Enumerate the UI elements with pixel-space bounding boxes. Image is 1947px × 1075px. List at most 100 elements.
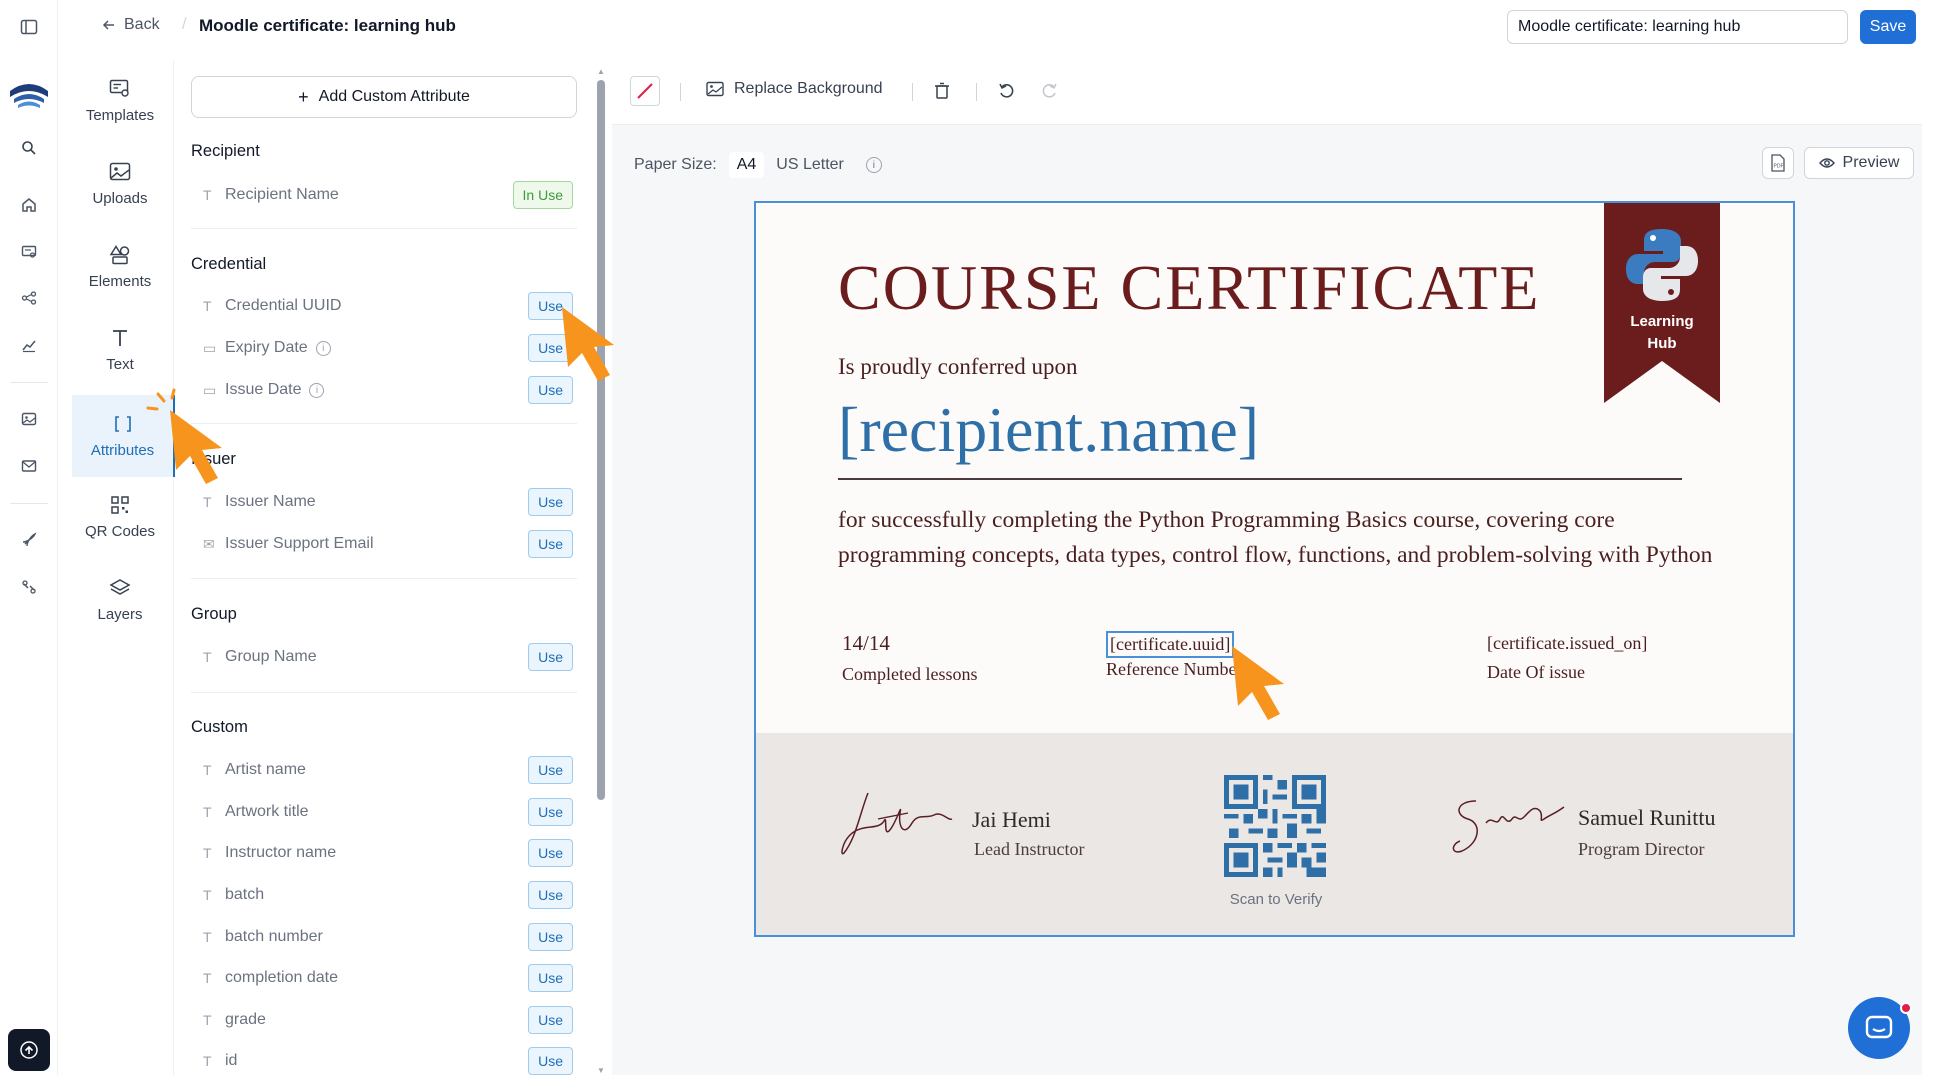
design-icon[interactable]: [14, 404, 44, 434]
signatory-2-role[interactable]: Program Director: [1578, 839, 1704, 860]
tool-templates[interactable]: Templates: [72, 63, 168, 139]
search-icon[interactable]: [14, 133, 44, 163]
signature-jai-hemi[interactable]: [838, 783, 958, 863]
python-logo-icon: [1622, 225, 1702, 305]
use-button[interactable]: Use: [528, 923, 573, 951]
issue-date-value[interactable]: [certificate.issued_on]: [1487, 633, 1647, 654]
info-icon[interactable]: i: [865, 157, 882, 173]
scan-to-verify-label[interactable]: Scan to Verify: [1196, 891, 1356, 908]
analytics-icon[interactable]: [14, 330, 44, 360]
use-button[interactable]: Use: [528, 530, 573, 558]
signatory-1-role[interactable]: Lead Instructor: [974, 839, 1084, 860]
signatory-2-name[interactable]: Samuel Runittu: [1578, 805, 1716, 831]
attribute-row: T Issuer Name Use: [203, 487, 573, 517]
integrations-icon[interactable]: [14, 572, 44, 602]
no-color-icon: [637, 83, 653, 99]
text-type-icon: T: [203, 762, 212, 778]
recipient-name-placeholder[interactable]: [recipient.name]: [838, 393, 1259, 467]
use-button[interactable]: Use: [528, 839, 573, 867]
signatory-1-name[interactable]: Jai Hemi: [972, 807, 1051, 833]
learning-hub-ribbon[interactable]: Learning Hub: [1604, 203, 1720, 403]
workflow-icon[interactable]: [14, 283, 44, 313]
text-type-icon: T: [203, 298, 212, 314]
attribute-label: Artwork title: [225, 803, 309, 820]
conferred-text[interactable]: Is proudly conferred upon: [838, 354, 1078, 380]
home-icon[interactable]: [14, 190, 44, 220]
info-icon[interactable]: i: [309, 382, 325, 398]
back-button[interactable]: Back: [102, 16, 160, 34]
panel-scrollbar[interactable]: [597, 80, 605, 800]
verification-qr-code[interactable]: [1224, 775, 1326, 877]
replace-background-label: Replace Background: [734, 80, 883, 97]
sidebar-toggle-icon[interactable]: [14, 12, 44, 42]
tool-elements[interactable]: Elements: [72, 229, 168, 305]
pointer-cursor-icon: [560, 305, 630, 385]
completed-lessons-value[interactable]: 14/14: [842, 631, 890, 656]
back-label: Back: [124, 16, 160, 33]
color-picker-button[interactable]: [630, 76, 660, 106]
pdf-icon: PDF: [1771, 154, 1785, 172]
attribute-label: Instructor name: [225, 844, 337, 861]
attribute-row: T Group Name Use: [203, 642, 573, 672]
text-type-icon: T: [203, 1012, 212, 1028]
certificate-title[interactable]: COURSE CERTIFICATE: [838, 251, 1540, 325]
in-use-badge: In Use: [512, 181, 573, 209]
course-description[interactable]: for successfully completing the Python P…: [838, 503, 1718, 573]
use-button[interactable]: Use: [528, 881, 573, 909]
scroll-down-icon[interactable]: ▼: [597, 1066, 605, 1075]
paper-us-letter-option[interactable]: US Letter: [776, 156, 844, 174]
title-input[interactable]: [1507, 10, 1848, 44]
use-button[interactable]: Use: [528, 964, 573, 992]
signature-samuel-runittu[interactable]: [1446, 793, 1576, 863]
section-title: Custom: [191, 718, 248, 736]
add-custom-attribute-button[interactable]: + Add Custom Attribute: [191, 76, 577, 118]
plus-icon: +: [298, 86, 309, 107]
brand-logo-icon[interactable]: [8, 74, 50, 116]
rocket-icon[interactable]: [14, 525, 44, 555]
save-button[interactable]: Save: [1860, 10, 1916, 44]
reference-number-label[interactable]: Reference Number: [1106, 659, 1242, 680]
use-button[interactable]: Use: [528, 756, 573, 784]
use-button[interactable]: Use: [528, 1047, 573, 1075]
reference-number-value[interactable]: [certificate.uuid]: [1106, 631, 1235, 658]
preview-label: Preview: [1842, 154, 1900, 171]
use-button[interactable]: Use: [528, 1006, 573, 1034]
tool-attributes-label: Attributes: [90, 441, 155, 459]
tool-qr-codes[interactable]: QR Codes: [72, 479, 168, 555]
issue-date-label[interactable]: Date Of issue: [1487, 662, 1585, 683]
completed-lessons-label[interactable]: Completed lessons: [842, 664, 978, 685]
mail-icon[interactable]: [14, 451, 44, 481]
text-type-icon: T: [203, 804, 212, 820]
breadcrumb-separator: /: [182, 16, 187, 33]
undo-icon[interactable]: [998, 82, 1016, 100]
tool-text[interactable]: Text: [72, 312, 168, 388]
tool-layers[interactable]: Layers: [72, 562, 168, 638]
use-button[interactable]: Use: [528, 798, 573, 826]
replace-background-button[interactable]: Replace Background: [706, 80, 883, 98]
tool-qr-codes-label: QR Codes: [84, 522, 156, 540]
download-pdf-button[interactable]: PDF: [1762, 147, 1794, 179]
ribbon-line-2: Hub: [1647, 335, 1677, 352]
section-title: Group: [191, 605, 237, 623]
use-button[interactable]: Use: [528, 643, 573, 671]
certificate-canvas[interactable]: Learning Hub COURSE CERTIFICATE Is proud…: [754, 201, 1795, 937]
trash-icon[interactable]: [934, 82, 950, 100]
attribute-row: T id Use: [203, 1046, 573, 1075]
use-button[interactable]: Use: [528, 488, 573, 516]
attribute-label: Artist name: [225, 761, 306, 778]
paper-a4-option[interactable]: A4: [728, 152, 765, 178]
tool-uploads[interactable]: Uploads: [72, 146, 168, 222]
attribute-label: completion date: [225, 969, 338, 986]
arrow-left-icon: [102, 20, 114, 30]
info-icon[interactable]: i: [315, 340, 331, 356]
tool-text-label: Text: [106, 355, 134, 373]
redo-icon[interactable]: [1040, 82, 1058, 100]
shapes-icon: [109, 244, 130, 264]
attribute-row: ▭ Expiry Date i Use: [203, 333, 573, 363]
preview-button[interactable]: Preview: [1804, 147, 1914, 179]
certificates-icon[interactable]: [14, 237, 44, 267]
image-icon: [706, 81, 724, 97]
upgrade-icon[interactable]: [8, 1029, 50, 1071]
attribute-label: Issuer Name: [225, 493, 316, 510]
scroll-up-icon[interactable]: ▲: [597, 67, 605, 76]
